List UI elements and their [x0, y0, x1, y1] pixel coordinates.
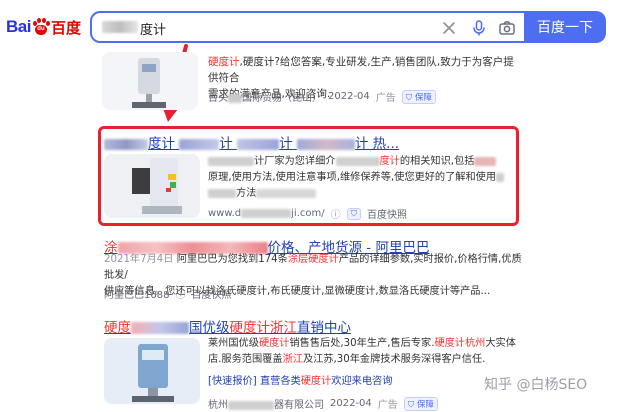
result-title-link[interactable]: 硬度 国优级硬度计浙江直销中心 — [104, 316, 351, 336]
search-result-organic-2: 涂价格、产地货源 - 阿里巴巴 2021年7月4日 阿里巴巴为您找到174条涂层… — [0, 236, 640, 306]
result-description: 莱州国优级硬度计销售售后处,30年生产,售后专家.硬度计杭州大实体 店.服务范围… — [208, 338, 516, 365]
quick-quote-line: [快速报价] 直营各类硬度计欢迎来电咨询 — [208, 374, 392, 390]
result-meta: 台头 国际贸易（昆山） 2022-04 广告 ⛉ 保障 — [208, 89, 436, 104]
search-result-ad-1: 硬度计,硬度计?给您答案,专业研发,生产,销售团队,致力于为客户提供符合 需求的… — [0, 52, 640, 112]
camera-icon[interactable] — [498, 19, 516, 37]
result-meta: 杭州 器有限公司 2022-04 广告 ⛉ 保障 — [208, 396, 438, 411]
paw-icon: du — [32, 18, 50, 36]
snapshot-link[interactable]: 百度快照 — [191, 286, 231, 301]
source-name-suffix: 器有限公司 — [274, 400, 324, 411]
result-thumbnail[interactable] — [102, 52, 198, 110]
result-meta: 阿里巴巴1688 ⓘ 百度快照 — [104, 286, 231, 301]
source-name-prefix: 台头 — [208, 93, 228, 104]
search-header: Bai du 百度 度计 百度一下 — [0, 0, 640, 52]
logo-chinese-text: 百度 — [50, 18, 81, 37]
logo-du-text: du — [37, 26, 45, 32]
shield-icon: ⛉ — [407, 399, 415, 410]
source-name-prefix: 杭州 — [208, 400, 228, 411]
microphone-icon[interactable] — [470, 19, 488, 37]
result-thumbnail[interactable] — [104, 338, 200, 404]
blurred-query-prefix — [102, 21, 138, 33]
source-name[interactable]: 阿里巴巴1688 — [104, 286, 169, 301]
search-result-ad-2: 硬度 国优级硬度计浙江直销中心 莱州国优级硬度计销售售后处,30年生产,售后专家.… — [0, 316, 640, 412]
zhihu-watermark: 知乎 @白杨SEO — [484, 377, 588, 393]
logo-bai-text: Bai — [6, 17, 31, 36]
clear-icon[interactable] — [440, 19, 458, 37]
blurred-text — [228, 93, 242, 103]
search-input[interactable]: 度计 — [90, 11, 526, 43]
ad-label: 广告 — [377, 400, 398, 411]
guarantee-badge[interactable]: ⛉ 保障 — [403, 396, 438, 411]
ad-label: 广告 — [375, 93, 396, 104]
guarantee-badge[interactable]: ⛉ 保障 — [401, 89, 436, 104]
annotation-highlight-box — [98, 126, 519, 226]
shield-icon: ⛉ — [405, 92, 413, 103]
info-icon[interactable]: ⓘ — [175, 286, 185, 301]
result-date: 2022-04 — [330, 398, 372, 409]
search-button[interactable]: 百度一下 — [524, 11, 606, 43]
quick-quote-label[interactable]: [快速报价] — [208, 376, 257, 387]
source-name-suffix: 国际贸易（昆山） — [242, 93, 322, 104]
search-query-text: 度计 — [140, 23, 167, 38]
quick-quote-link[interactable]: 直营各类硬度计欢迎来电咨询 — [260, 376, 392, 387]
result-date: 2022-04 — [328, 91, 370, 102]
baidu-logo[interactable]: Bai du 百度 — [6, 14, 81, 40]
